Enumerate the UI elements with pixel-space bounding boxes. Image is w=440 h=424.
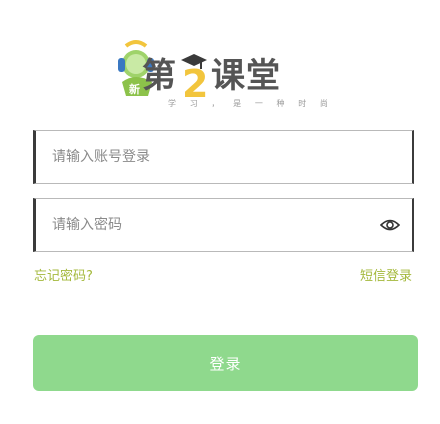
logo-title-prefix: 第 [142, 56, 177, 96]
forgot-password-link[interactable]: 忘记密码? [34, 268, 93, 286]
logo-slogan: 学 习 ， 是 一 种 时 尚 [168, 98, 328, 109]
graduation-cap-icon: 2 [181, 54, 208, 106]
slogan-char: 种 [276, 99, 285, 108]
login-page: 新 第 2 课堂 学 习 ， 是 一 种 时 尚 请输入账号登录 忘记密码? 短… [0, 0, 440, 424]
password-field[interactable] [33, 198, 414, 252]
logo: 新 第 2 课堂 学 习 ， 是 一 种 时 尚 [112, 34, 328, 110]
logo-title-suffix: 课堂 [211, 56, 281, 96]
account-input[interactable] [52, 131, 372, 183]
login-button[interactable]: 登录 [33, 335, 418, 391]
logo-title: 第 2 课堂 [142, 44, 328, 106]
slogan-char: ， [211, 99, 220, 108]
sms-login-link[interactable]: 短信登录 [360, 268, 412, 286]
password-input[interactable] [52, 199, 372, 251]
slogan-char: 是 [233, 99, 242, 108]
slogan-char: 尚 [319, 99, 328, 108]
svg-text:新: 新 [129, 82, 140, 96]
slogan-char: 学 [168, 99, 176, 108]
slogan-char: 习 [189, 99, 198, 108]
account-field[interactable] [33, 130, 414, 184]
eye-icon[interactable] [380, 216, 400, 234]
slogan-char: 时 [298, 99, 307, 108]
slogan-char: 一 [254, 99, 263, 108]
logo-number: 2 [179, 52, 209, 106]
svg-text:2: 2 [182, 62, 208, 100]
